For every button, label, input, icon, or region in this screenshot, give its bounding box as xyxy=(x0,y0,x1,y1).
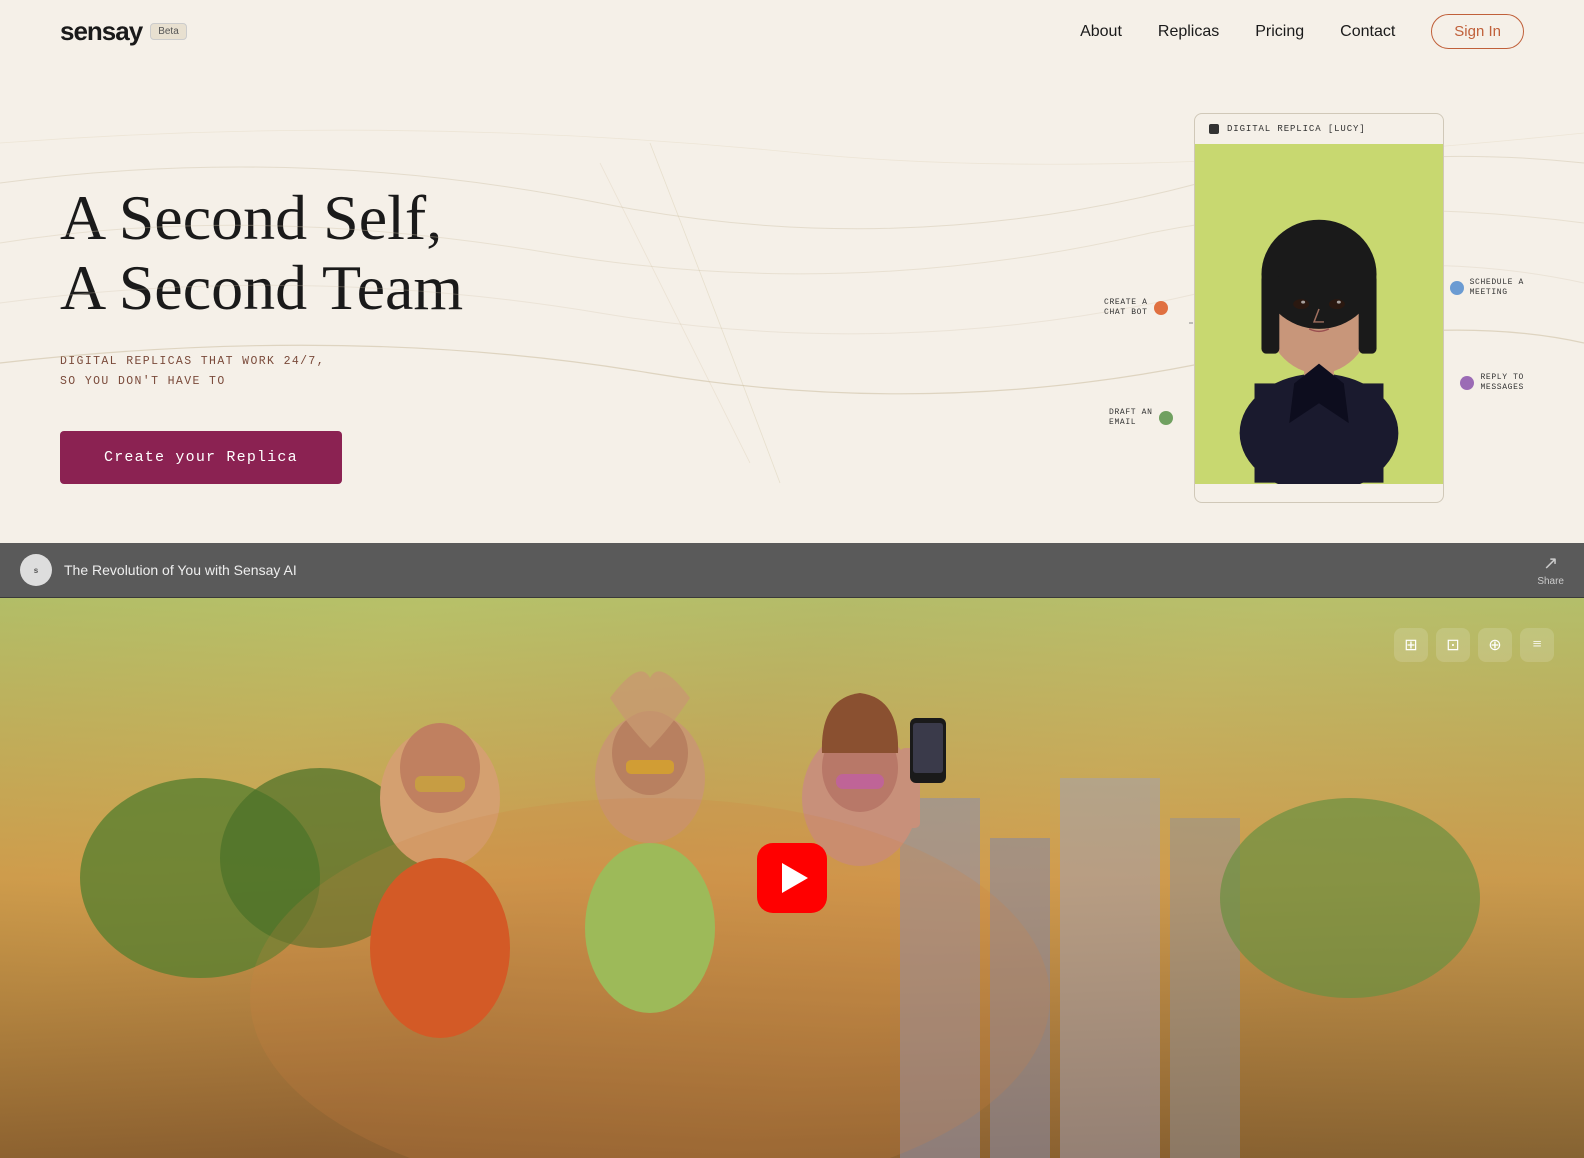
camera-icon: ⊡ xyxy=(1436,628,1470,662)
hero-subtitle: DIGITAL REPLICAS THAT WORK 24/7, SO YOU … xyxy=(60,352,463,393)
node-chatbot: CREATE ACHAT BOT xyxy=(1104,298,1168,319)
nav-links: About Replicas Pricing Contact Sign In xyxy=(1080,14,1524,49)
video-title: The Revolution of You with Sensay AI xyxy=(64,562,297,578)
replica-card: DIGITAL REPLICA [LUCY] xyxy=(1194,113,1444,503)
navbar: sensay Beta About Replicas Pricing Conta… xyxy=(0,0,1584,63)
video-header: s The Revolution of You with Sensay AI ↗… xyxy=(0,543,1584,598)
menu-icon: ≡ xyxy=(1520,628,1554,662)
node-reply: REPLY TOMESSAGES xyxy=(1460,373,1524,394)
play-button[interactable] xyxy=(757,843,827,913)
nav-replicas[interactable]: Replicas xyxy=(1158,23,1219,40)
email-dot xyxy=(1159,411,1173,425)
logo-container: sensay Beta xyxy=(60,16,187,47)
hero-right: CREATE ACHAT BOT DRAFT ANEMAIL SCHEDULE … xyxy=(1104,103,1524,503)
video-player[interactable]: ⊞ ⊡ ⊕ ≡ xyxy=(0,598,1584,1158)
hero-left: A Second Self, A Second Team DIGITAL REP… xyxy=(60,103,463,484)
hero-title: A Second Self, A Second Team xyxy=(60,183,463,324)
share-icon: ↗ xyxy=(1543,553,1558,574)
nav-about[interactable]: About xyxy=(1080,23,1122,40)
cta-button[interactable]: Create your Replica xyxy=(60,431,342,484)
logo-text: sensay xyxy=(60,16,142,47)
node-email: DRAFT ANEMAIL xyxy=(1109,408,1173,429)
share-button[interactable]: ↗ Share xyxy=(1537,553,1564,587)
signin-button[interactable]: Sign In xyxy=(1431,14,1524,49)
hero-section: A Second Self, A Second Team DIGITAL REP… xyxy=(0,63,1584,543)
channel-initial: s xyxy=(34,566,38,575)
video-ui-elements: ⊞ ⊡ ⊕ ≡ xyxy=(1394,628,1554,662)
channel-avatar: s xyxy=(20,554,52,586)
play-icon xyxy=(782,863,808,893)
schedule-dot xyxy=(1450,281,1464,295)
reply-dot xyxy=(1460,376,1474,390)
chatbot-dot xyxy=(1154,301,1168,315)
nav-contact[interactable]: Contact xyxy=(1340,23,1395,40)
grid-icon: ⊞ xyxy=(1394,628,1428,662)
node-schedule: SCHEDULE AMEETING xyxy=(1450,278,1524,299)
beta-badge: Beta xyxy=(150,23,187,40)
plus-icon: ⊕ xyxy=(1478,628,1512,662)
replica-card-header: DIGITAL REPLICA [LUCY] xyxy=(1195,114,1443,144)
replica-card-label: DIGITAL REPLICA [LUCY] xyxy=(1227,124,1366,134)
person-svg xyxy=(1195,144,1443,484)
nav-pricing[interactable]: Pricing xyxy=(1255,23,1304,40)
video-section: s The Revolution of You with Sensay AI ↗… xyxy=(0,543,1584,1158)
card-dot xyxy=(1209,124,1219,134)
replica-person-area xyxy=(1195,144,1443,484)
